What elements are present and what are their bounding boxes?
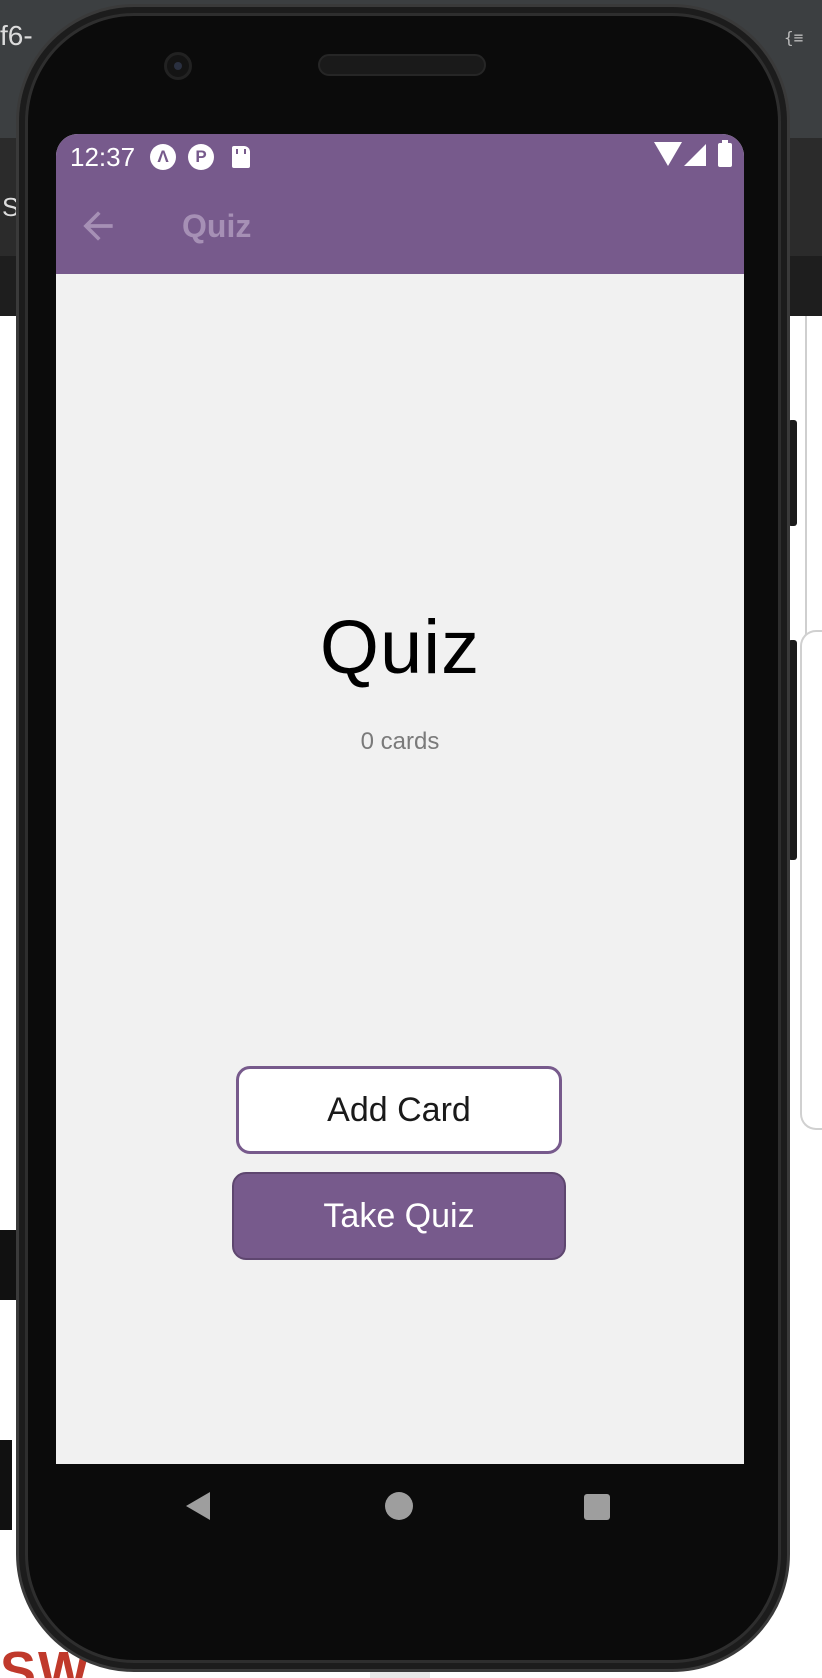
add-card-button[interactable]: Add Card	[236, 1066, 562, 1154]
signal-icon	[684, 144, 706, 166]
app-bar-title: Quiz	[182, 208, 252, 244]
nav-home-icon[interactable]	[385, 1492, 413, 1520]
background-glyph	[0, 1440, 12, 1530]
back-button[interactable]	[76, 204, 120, 248]
ide-icon-fragment: {≡	[784, 28, 804, 47]
a-icon: Λ	[150, 144, 176, 170]
p-icon: P	[188, 144, 214, 170]
wifi-icon	[654, 142, 682, 166]
background-panel	[800, 630, 822, 1130]
deck-title: Quiz	[319, 605, 481, 690]
status-time: 12:37	[70, 142, 136, 172]
earpiece-speaker	[318, 54, 486, 76]
status-bar: 12:37 Λ P	[56, 134, 744, 178]
arrow-back-icon	[83, 211, 113, 241]
take-quiz-button[interactable]: Take Quiz	[232, 1172, 566, 1260]
nav-back-icon[interactable]	[186, 1492, 210, 1520]
ide-tab-fragment: f6-	[0, 20, 33, 51]
sd-card-icon	[232, 146, 250, 168]
nav-recents-icon[interactable]	[584, 1494, 610, 1520]
phone-screen: 12:37 Λ P Quiz Quiz 0 cards Add Card Tak…	[56, 134, 744, 1464]
app-header: 12:37 Λ P Quiz	[56, 134, 744, 274]
battery-icon	[718, 140, 732, 167]
front-camera	[164, 52, 192, 80]
card-count: 0 cards	[360, 728, 440, 755]
